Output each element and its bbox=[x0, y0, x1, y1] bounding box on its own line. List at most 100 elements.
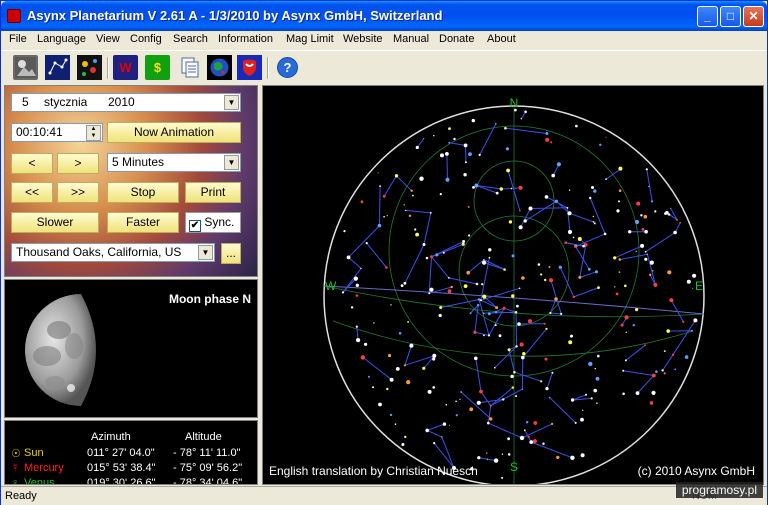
time-spinner[interactable]: ▲ ▼ bbox=[86, 125, 101, 141]
fast-forward-button[interactable]: >> bbox=[57, 182, 99, 203]
star bbox=[640, 243, 645, 248]
star bbox=[448, 424, 451, 426]
star bbox=[635, 391, 640, 395]
star bbox=[464, 161, 467, 164]
stop-button[interactable]: Stop bbox=[107, 182, 179, 203]
star bbox=[447, 289, 452, 294]
menu-language[interactable]: Language bbox=[37, 33, 86, 45]
star bbox=[507, 453, 511, 456]
table-row[interactable]: ☿ Mercury 015° 53' 38.4" - 75° 09' 56.2" bbox=[5, 462, 257, 476]
star-map[interactable]: N S W E bbox=[263, 86, 764, 485]
star bbox=[386, 387, 389, 391]
earth-icon[interactable] bbox=[207, 55, 232, 80]
document-icon[interactable] bbox=[177, 55, 202, 80]
faster-button[interactable]: Faster bbox=[107, 212, 179, 233]
star bbox=[341, 291, 345, 294]
fast-back-button[interactable]: << bbox=[11, 182, 53, 203]
minimize-button[interactable]: _ bbox=[697, 6, 718, 27]
star bbox=[651, 373, 656, 378]
star bbox=[494, 366, 496, 369]
star bbox=[635, 250, 637, 252]
date-dropdown[interactable]: 5 stycznia 2010 ▼ bbox=[11, 93, 241, 112]
maximize-button[interactable]: □ bbox=[720, 6, 741, 27]
row-name: Venus bbox=[24, 477, 55, 485]
watermark: programosy.pl bbox=[675, 482, 763, 498]
step-back-button[interactable]: < bbox=[11, 153, 53, 174]
location-more-button[interactable]: ... bbox=[221, 243, 241, 264]
planets-icon[interactable] bbox=[77, 55, 102, 80]
chevron-down-icon[interactable]: ▼ bbox=[224, 95, 239, 110]
time-field[interactable]: 00:10:41 ▲ ▼ bbox=[11, 123, 103, 142]
sync-checkbox[interactable]: ✔ Sync. bbox=[185, 212, 241, 233]
star bbox=[515, 395, 518, 398]
print-button[interactable]: Print bbox=[185, 182, 241, 203]
donate-icon[interactable]: $ bbox=[145, 55, 170, 80]
table-row[interactable]: ♀ Venus 019° 30' 26.6" - 78° 34' 04.6" bbox=[5, 477, 257, 485]
star bbox=[624, 284, 627, 288]
east-label: E bbox=[695, 279, 703, 293]
star bbox=[477, 303, 480, 307]
menu-manual[interactable]: Manual bbox=[393, 33, 429, 45]
star bbox=[597, 286, 600, 289]
wikipedia-icon[interactable]: W bbox=[113, 55, 138, 80]
shield-icon[interactable] bbox=[237, 55, 262, 80]
star bbox=[528, 206, 533, 211]
moon-phase-image bbox=[25, 294, 96, 406]
menu-website[interactable]: Website bbox=[343, 33, 383, 45]
title-bar[interactable]: Asynx Planetarium V 2.61 A - 1/3/2010 by… bbox=[1, 1, 767, 31]
star bbox=[529, 440, 534, 444]
star bbox=[540, 273, 543, 276]
menu-information[interactable]: Information bbox=[218, 33, 273, 45]
landscape-icon[interactable] bbox=[13, 55, 38, 80]
star bbox=[644, 229, 648, 234]
star bbox=[415, 145, 419, 150]
location-dropdown[interactable]: Thousand Oaks, California, US ▼ bbox=[11, 243, 215, 262]
star bbox=[473, 330, 477, 334]
menu-bar: File Language View Config Search Informa… bbox=[1, 31, 767, 49]
close-button[interactable]: ✕ bbox=[743, 6, 764, 27]
now-animation-button[interactable]: Now Animation bbox=[107, 122, 241, 143]
star bbox=[432, 357, 436, 361]
star bbox=[403, 364, 406, 367]
status-bar: Ready NUM bbox=[1, 486, 767, 505]
star bbox=[527, 435, 530, 439]
star bbox=[622, 392, 625, 396]
menu-file[interactable]: File bbox=[9, 33, 27, 45]
star bbox=[482, 260, 487, 265]
chevron-down-icon[interactable]: ▼ bbox=[224, 155, 239, 170]
star bbox=[568, 340, 573, 345]
interval-dropdown[interactable]: 5 Minutes ▼ bbox=[107, 153, 241, 172]
star bbox=[478, 153, 481, 156]
constellation-icon[interactable] bbox=[45, 55, 70, 80]
menu-mag-limit[interactable]: Mag Limit bbox=[286, 33, 334, 45]
star bbox=[605, 136, 607, 138]
star bbox=[493, 458, 499, 463]
star bbox=[476, 400, 481, 405]
slower-button[interactable]: Slower bbox=[11, 212, 99, 233]
menu-about[interactable]: About bbox=[487, 33, 516, 45]
menu-search[interactable]: Search bbox=[173, 33, 208, 45]
step-forward-button[interactable]: > bbox=[57, 153, 99, 174]
star bbox=[519, 342, 524, 347]
star bbox=[522, 352, 526, 356]
star bbox=[628, 230, 632, 234]
star bbox=[477, 456, 481, 460]
star bbox=[474, 183, 479, 188]
table-row[interactable]: ☉ Sun 011° 27' 04.0" - 78° 11' 11.0" bbox=[5, 447, 257, 461]
star bbox=[544, 278, 547, 282]
star bbox=[489, 417, 493, 421]
star bbox=[674, 368, 677, 371]
menu-donate[interactable]: Donate bbox=[439, 33, 474, 45]
star bbox=[527, 319, 532, 324]
altitude-header: Altitude bbox=[185, 431, 222, 443]
star bbox=[510, 187, 513, 190]
star bbox=[568, 189, 571, 191]
menu-view[interactable]: View bbox=[96, 33, 120, 45]
sky-chart[interactable]: N S W E English translation by Christian… bbox=[262, 85, 764, 485]
row-altitude: - 75° 09' 56.2" bbox=[173, 462, 243, 474]
help-icon[interactable]: ? bbox=[275, 55, 300, 80]
interval-value: 5 Minutes bbox=[112, 155, 165, 169]
menu-config[interactable]: Config bbox=[130, 33, 162, 45]
chevron-down-icon[interactable]: ▼ bbox=[198, 245, 213, 260]
star bbox=[513, 370, 516, 374]
